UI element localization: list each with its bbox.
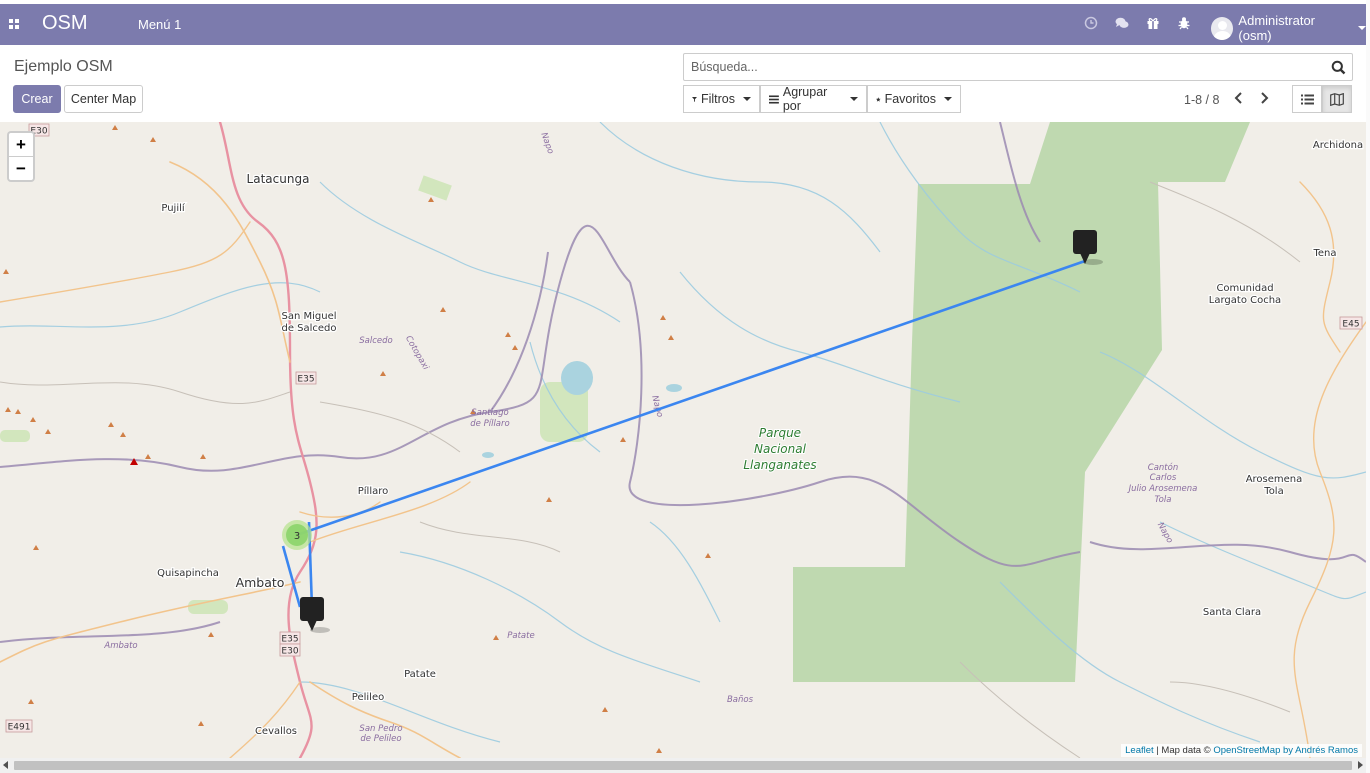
label-napo-3: Napo <box>1155 521 1175 545</box>
label-park-1: Parque <box>759 426 801 440</box>
view-switcher <box>1292 85 1352 113</box>
chevron-right-icon[interactable] <box>1256 89 1272 107</box>
apps-grid-icon[interactable] <box>9 19 19 29</box>
chevron-down-icon <box>850 97 858 101</box>
label-san-pedro-1: San Pedro <box>359 724 402 734</box>
label-salcedo-2: de Salcedo <box>281 323 336 334</box>
shield-e35: E35 <box>297 375 314 385</box>
bug-icon[interactable] <box>1177 16 1191 30</box>
group-by-dropdown[interactable]: Agrupar por <box>760 85 867 113</box>
shield-e35b: E35 <box>281 635 298 645</box>
map-view-icon <box>1330 92 1344 106</box>
horizontal-scrollbar[interactable] <box>0 758 1366 773</box>
label-canton-2: Carlos <box>1150 473 1177 483</box>
list-bars-icon <box>769 94 779 104</box>
chevron-down-icon <box>1358 26 1366 30</box>
peak-markers <box>3 125 711 753</box>
scroll-right-arrow-icon[interactable] <box>1358 761 1363 769</box>
search-input[interactable] <box>689 59 1313 75</box>
label-arosemena-2: Tola <box>1263 486 1283 497</box>
window-edge <box>1366 0 1370 773</box>
group-by-label: Agrupar por <box>782 85 828 113</box>
zoom-in-button[interactable]: + <box>9 133 33 156</box>
label-arosemena-1: Arosemena <box>1246 474 1303 485</box>
map-view-button[interactable] <box>1322 85 1352 113</box>
filters-dropdown[interactable]: Filtros <box>683 85 760 113</box>
osm-link[interactable]: OpenStreetMap by Andrés Ramos <box>1213 745 1358 756</box>
chevron-left-icon[interactable] <box>1231 89 1247 107</box>
leaflet-link[interactable]: Leaflet <box>1125 745 1154 756</box>
label-park-3: Llanganates <box>743 458 816 472</box>
menu-item-menu1[interactable]: Menú 1 <box>138 17 181 32</box>
label-archidona: Archidona <box>1313 140 1363 151</box>
label-canton-4: Tola <box>1155 495 1172 505</box>
create-button[interactable]: Crear <box>13 85 61 113</box>
label-ambato-canton: Ambato <box>103 641 137 651</box>
center-map-button[interactable]: Center Map <box>64 85 143 113</box>
label-pujili: Pujilí <box>161 202 186 214</box>
top-navbar: OSM Menú 1 Administrator (osm) <box>0 4 1366 45</box>
label-san-pedro-2: de Pelileo <box>360 734 401 744</box>
marker-cluster[interactable]: 3 <box>282 520 312 550</box>
map-marker-south[interactable] <box>300 597 330 633</box>
label-canton-1: Cantón <box>1148 462 1178 473</box>
label-pelileo: Pelileo <box>352 692 384 703</box>
chevron-down-icon <box>743 97 751 101</box>
shield-e491: E491 <box>8 723 31 733</box>
search-icon[interactable] <box>1331 60 1346 75</box>
star-icon <box>876 96 881 102</box>
label-park-2: Nacional <box>754 442 807 456</box>
filters-label: Filtros <box>700 92 735 106</box>
page-title: Ejemplo OSM <box>14 58 113 75</box>
label-santa-clara: Santa Clara <box>1203 607 1261 618</box>
label-salcedo-river: Salcedo <box>359 336 392 346</box>
brand-title[interactable]: OSM <box>42 12 88 35</box>
label-santiago-2: de Píllaro <box>470 419 509 429</box>
scroll-thumb[interactable] <box>14 761 1352 770</box>
label-ambato: Ambato <box>236 575 285 590</box>
chat-icon[interactable] <box>1115 16 1129 30</box>
zoom-control: + − <box>7 131 35 182</box>
label-canton-3: Julio Arosemena <box>1127 484 1198 494</box>
favorites-label: Favoritos <box>884 92 936 106</box>
shield-e45: E45 <box>1342 320 1359 330</box>
label-latacunga: Latacunga <box>247 172 310 186</box>
map-attribution: Leaflet | Map data © OpenStreetMap by An… <box>1121 744 1362 757</box>
map-canvas[interactable]: E30 E35 E45 E35 E30 E491 Latacunga Ambat… <box>0 122 1366 758</box>
label-cevallos: Cevallos <box>255 726 297 737</box>
label-napo-2: Napo <box>649 394 664 418</box>
search-box <box>683 53 1353 81</box>
label-patate: Patate <box>404 669 436 680</box>
user-name: Administrator (osm) <box>1238 13 1315 43</box>
scroll-left-arrow-icon[interactable] <box>3 761 8 769</box>
label-quisapincha: Quisapincha <box>157 568 219 579</box>
zoom-out-button[interactable]: − <box>9 156 33 180</box>
cluster-count: 3 <box>294 531 300 542</box>
label-pillaro: Píllaro <box>358 485 389 497</box>
chevron-down-icon <box>944 97 952 101</box>
label-tena: Tena <box>1312 248 1336 259</box>
list-view-button[interactable] <box>1292 85 1322 113</box>
favorites-dropdown[interactable]: Favoritos <box>867 85 961 113</box>
label-napo-1: Napo <box>538 131 555 155</box>
filter-icon <box>692 96 697 102</box>
list-view-icon <box>1300 94 1314 104</box>
label-santiago-1: Santiago <box>471 408 509 418</box>
gift-icon[interactable] <box>1146 16 1160 30</box>
label-cotopaxi: Cotopaxi <box>403 334 431 372</box>
pager-value[interactable]: 1-8 / 8 <box>1184 93 1219 107</box>
shield-e30b: E30 <box>281 647 298 657</box>
label-comunidad-1: Comunidad <box>1216 283 1273 294</box>
label-patate-canton: Patate <box>507 631 534 641</box>
label-banos: Baños <box>727 695 754 705</box>
clock-icon[interactable] <box>1084 16 1098 30</box>
map-tiles[interactable]: E30 E35 E45 E35 E30 E491 Latacunga Ambat… <box>0 122 1366 758</box>
avatar <box>1211 16 1234 40</box>
label-comunidad-2: Largato Cocha <box>1209 295 1281 306</box>
control-panel: Ejemplo OSM Crear Center Map Filtros Agr… <box>0 45 1366 123</box>
label-salcedo-1: San Miguel <box>281 311 336 322</box>
user-menu[interactable]: Administrator (osm) <box>1211 13 1366 43</box>
attribution-text: | Map data © <box>1153 745 1214 756</box>
